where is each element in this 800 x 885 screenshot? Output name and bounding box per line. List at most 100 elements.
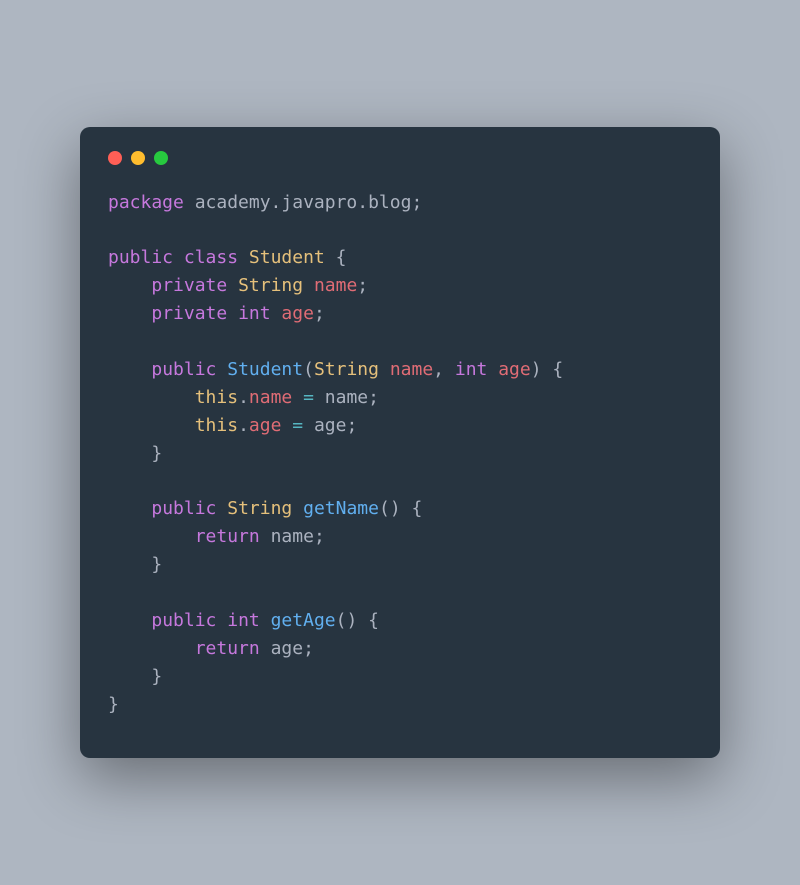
code-token-pkg: academy.javapro.blog	[195, 192, 412, 213]
code-token-plain	[271, 303, 282, 324]
code-token-plain	[108, 275, 151, 296]
code-token-plain	[108, 303, 151, 324]
code-token-kw: int	[455, 359, 488, 380]
code-token-punct: )	[531, 359, 542, 380]
code-token-kw: private	[151, 275, 227, 296]
code-token-type: String	[314, 359, 379, 380]
code-block: package academy.javapro.blog; public cla…	[108, 189, 692, 719]
code-token-plain	[108, 610, 151, 631]
code-line: }	[108, 663, 692, 691]
code-token-fn: getAge	[271, 610, 336, 631]
code-token-punct: }	[151, 666, 162, 687]
code-token-plain	[292, 387, 303, 408]
code-token-kw: public	[151, 498, 216, 519]
code-token-punct: (	[336, 610, 347, 631]
code-line: }	[108, 691, 692, 719]
code-token-plain	[108, 387, 195, 408]
code-token-plain	[281, 415, 292, 436]
code-line: this.age = age;	[108, 412, 692, 440]
code-token-plain	[357, 610, 368, 631]
code-token-plain	[108, 443, 151, 464]
code-token-plain: name	[271, 526, 314, 547]
code-token-punct: }	[151, 554, 162, 575]
code-token-punct: ;	[368, 387, 379, 408]
code-line: public Student(String name, int age) {	[108, 356, 692, 384]
code-token-punct: .	[238, 415, 249, 436]
code-token-punct: ,	[433, 359, 444, 380]
code-token-plain	[314, 387, 325, 408]
code-line	[108, 328, 692, 356]
code-token-kw: return	[195, 638, 260, 659]
code-token-plain	[216, 610, 227, 631]
code-token-plain	[108, 498, 151, 519]
code-token-plain	[487, 359, 498, 380]
code-token-plain	[173, 247, 184, 268]
code-token-punct: ;	[411, 192, 422, 213]
code-token-plain	[108, 415, 195, 436]
code-token-type: String	[227, 498, 292, 519]
code-token-punct: )	[346, 610, 357, 631]
code-line: return age;	[108, 635, 692, 663]
code-token-thiskw: this	[195, 415, 238, 436]
code-token-punct: ;	[357, 275, 368, 296]
code-token-kw: private	[151, 303, 227, 324]
code-token-plain: age	[271, 638, 304, 659]
code-token-plain	[238, 247, 249, 268]
code-line	[108, 216, 692, 244]
code-token-punct: .	[238, 387, 249, 408]
code-token-kw: return	[195, 526, 260, 547]
code-token-plain	[303, 275, 314, 296]
code-token-punct: {	[368, 610, 379, 631]
code-token-plain	[292, 498, 303, 519]
code-token-plain	[444, 359, 455, 380]
code-line: public String getName() {	[108, 495, 692, 523]
code-token-ident: name	[249, 387, 292, 408]
code-token-plain	[325, 247, 336, 268]
code-token-punct: (	[379, 498, 390, 519]
code-token-plain	[184, 192, 195, 213]
code-token-kw: int	[238, 303, 271, 324]
code-token-punct: {	[552, 359, 563, 380]
code-token-plain: name	[325, 387, 368, 408]
code-token-fn: Student	[227, 359, 303, 380]
code-token-plain	[108, 526, 195, 547]
code-token-punct: ;	[346, 415, 357, 436]
code-token-kw: package	[108, 192, 184, 213]
code-line: }	[108, 551, 692, 579]
code-line: package academy.javapro.blog;	[108, 189, 692, 217]
maximize-icon[interactable]	[154, 151, 168, 165]
minimize-icon[interactable]	[131, 151, 145, 165]
code-token-plain	[260, 610, 271, 631]
code-token-punct: (	[303, 359, 314, 380]
code-token-thiskw: this	[195, 387, 238, 408]
code-line: private String name;	[108, 272, 692, 300]
close-icon[interactable]	[108, 151, 122, 165]
code-line: }	[108, 440, 692, 468]
code-window: package academy.javapro.blog; public cla…	[80, 127, 720, 759]
code-token-ident: age	[498, 359, 531, 380]
code-line	[108, 467, 692, 495]
code-token-plain	[108, 359, 151, 380]
code-line: public int getAge() {	[108, 607, 692, 635]
code-token-plain: age	[314, 415, 347, 436]
code-token-plain	[260, 638, 271, 659]
code-token-ident: name	[314, 275, 357, 296]
code-token-kw: public	[151, 359, 216, 380]
code-token-plain	[108, 554, 151, 575]
code-token-kw: class	[184, 247, 238, 268]
code-token-plain	[216, 498, 227, 519]
code-token-plain	[227, 275, 238, 296]
code-token-kw: public	[108, 247, 173, 268]
code-token-ident: age	[249, 415, 282, 436]
code-token-plain	[401, 498, 412, 519]
code-token-plain	[260, 526, 271, 547]
code-token-punct: {	[336, 247, 347, 268]
code-token-plain	[542, 359, 553, 380]
code-token-op: =	[292, 415, 303, 436]
code-token-plain	[303, 415, 314, 436]
code-token-type: Student	[249, 247, 325, 268]
code-token-kw: public	[151, 610, 216, 631]
code-token-plain	[379, 359, 390, 380]
code-token-ident: age	[281, 303, 314, 324]
code-token-op: =	[303, 387, 314, 408]
